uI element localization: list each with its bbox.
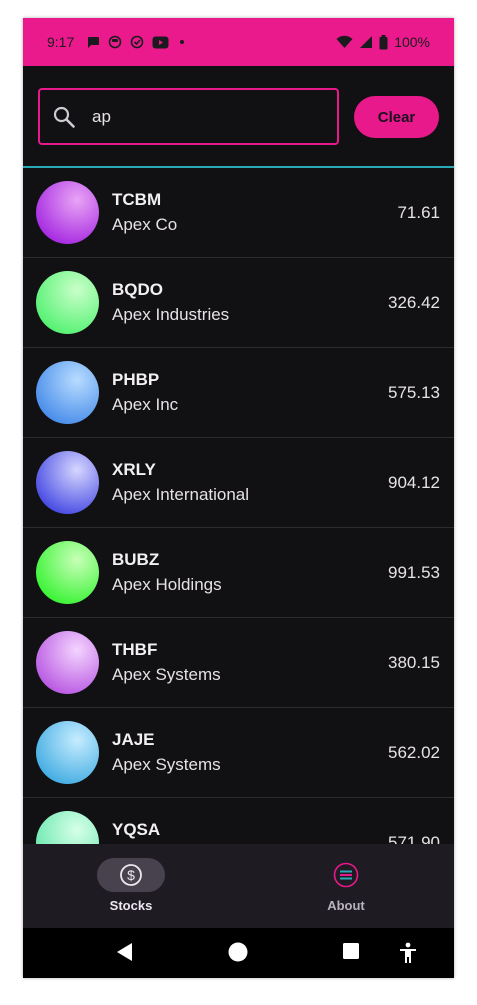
nav-item-stocks[interactable]: $ Stocks [71, 858, 191, 913]
stock-avatar [36, 811, 99, 844]
stock-row[interactable]: BQDO Apex Industries 326.42 [23, 258, 454, 348]
nav-label-about: About [327, 898, 365, 913]
stock-avatar [36, 271, 99, 334]
status-bar: 9:17 100% [23, 18, 454, 66]
stock-avatar [36, 631, 99, 694]
system-navigation-bar [23, 928, 454, 978]
nav-label-stocks: Stocks [109, 898, 153, 913]
status-time: 9:17 [47, 34, 75, 50]
battery-percent: 100% [394, 34, 430, 50]
stock-company: Apex Holdings [112, 575, 222, 594]
stock-row[interactable]: JAJE Apex Systems 562.02 [23, 708, 454, 798]
stock-list[interactable]: TCBM Apex Co 71.61 BQDO Apex Industries 326.4… [23, 168, 454, 844]
stock-price: 562.02 [388, 743, 440, 762]
youtube-icon [152, 36, 169, 48]
stock-ticker: BQDO [112, 280, 163, 299]
stock-company: Apex Inc [112, 395, 179, 414]
signal-icon [360, 36, 373, 48]
stock-row[interactable]: TCBM Apex Co 71.61 [23, 168, 454, 258]
recents-icon[interactable] [342, 942, 360, 960]
stock-company: Apex International [112, 485, 250, 504]
dot-icon [180, 40, 185, 44]
stock-avatar [36, 451, 99, 514]
stock-ticker: JAJE [112, 730, 155, 749]
stock-ticker: XRLY [112, 460, 156, 479]
accessibility-icon[interactable] [398, 942, 418, 964]
stock-ticker: THBF [112, 640, 158, 659]
home-icon[interactable] [228, 942, 248, 962]
stock-avatar [36, 181, 99, 244]
stock-ticker: YQSA [112, 820, 161, 839]
stock-row[interactable]: PHBP Apex Inc 575.13 [23, 348, 454, 438]
chat-icon [88, 37, 100, 48]
check-circle-icon [130, 35, 144, 49]
stock-company: Apex Systems [112, 755, 221, 774]
stock-ticker: TCBM [112, 190, 162, 209]
search-input[interactable] [92, 100, 332, 134]
status-system-icons: 100% [336, 34, 430, 50]
clear-button[interactable]: Clear [354, 96, 439, 138]
app-window: 9:17 100% Clear TCBM Apex Co 71.61 BQDO Apex… [23, 18, 454, 978]
dollar-icon: $ [120, 864, 142, 886]
list-icon [333, 862, 359, 888]
stock-avatar [36, 361, 99, 424]
nav-indicator [312, 858, 380, 892]
stock-price: 904.12 [388, 473, 440, 492]
emoji-icon [108, 35, 122, 49]
battery-icon [379, 34, 388, 49]
stock-row[interactable]: THBF Apex Systems 380.15 [23, 618, 454, 708]
stock-price: 71.61 [397, 203, 440, 222]
search-bar: Clear [23, 66, 454, 167]
back-icon[interactable] [115, 942, 135, 962]
stock-ticker: PHBP [112, 370, 160, 389]
stock-avatar [36, 541, 99, 604]
stock-price: 571.90 [388, 833, 440, 844]
stock-ticker: BUBZ [112, 550, 160, 569]
stock-price: 380.15 [388, 653, 440, 672]
bottom-navigation: $ Stocks About [23, 844, 454, 928]
nav-indicator: $ [97, 858, 165, 892]
stock-company: Apex Industries [112, 305, 230, 324]
stock-avatar [36, 721, 99, 784]
stock-company: Apex Systems [112, 665, 221, 684]
status-notifications [86, 35, 187, 49]
stock-row[interactable]: XRLY Apex International 904.12 [23, 438, 454, 528]
stock-row[interactable]: BUBZ Apex Holdings 991.53 [23, 528, 454, 618]
nav-item-about[interactable]: About [286, 858, 406, 913]
wifi-icon [336, 35, 353, 48]
stock-price: 326.42 [388, 293, 440, 312]
search-field[interactable] [38, 88, 339, 145]
stock-company: Apex Co [112, 215, 178, 234]
svg-text:$: $ [127, 867, 135, 883]
stock-price: 991.53 [388, 563, 440, 582]
search-icon [53, 106, 75, 128]
stock-row[interactable]: YQSA 571.90 [23, 798, 454, 844]
stock-price: 575.13 [388, 383, 440, 402]
